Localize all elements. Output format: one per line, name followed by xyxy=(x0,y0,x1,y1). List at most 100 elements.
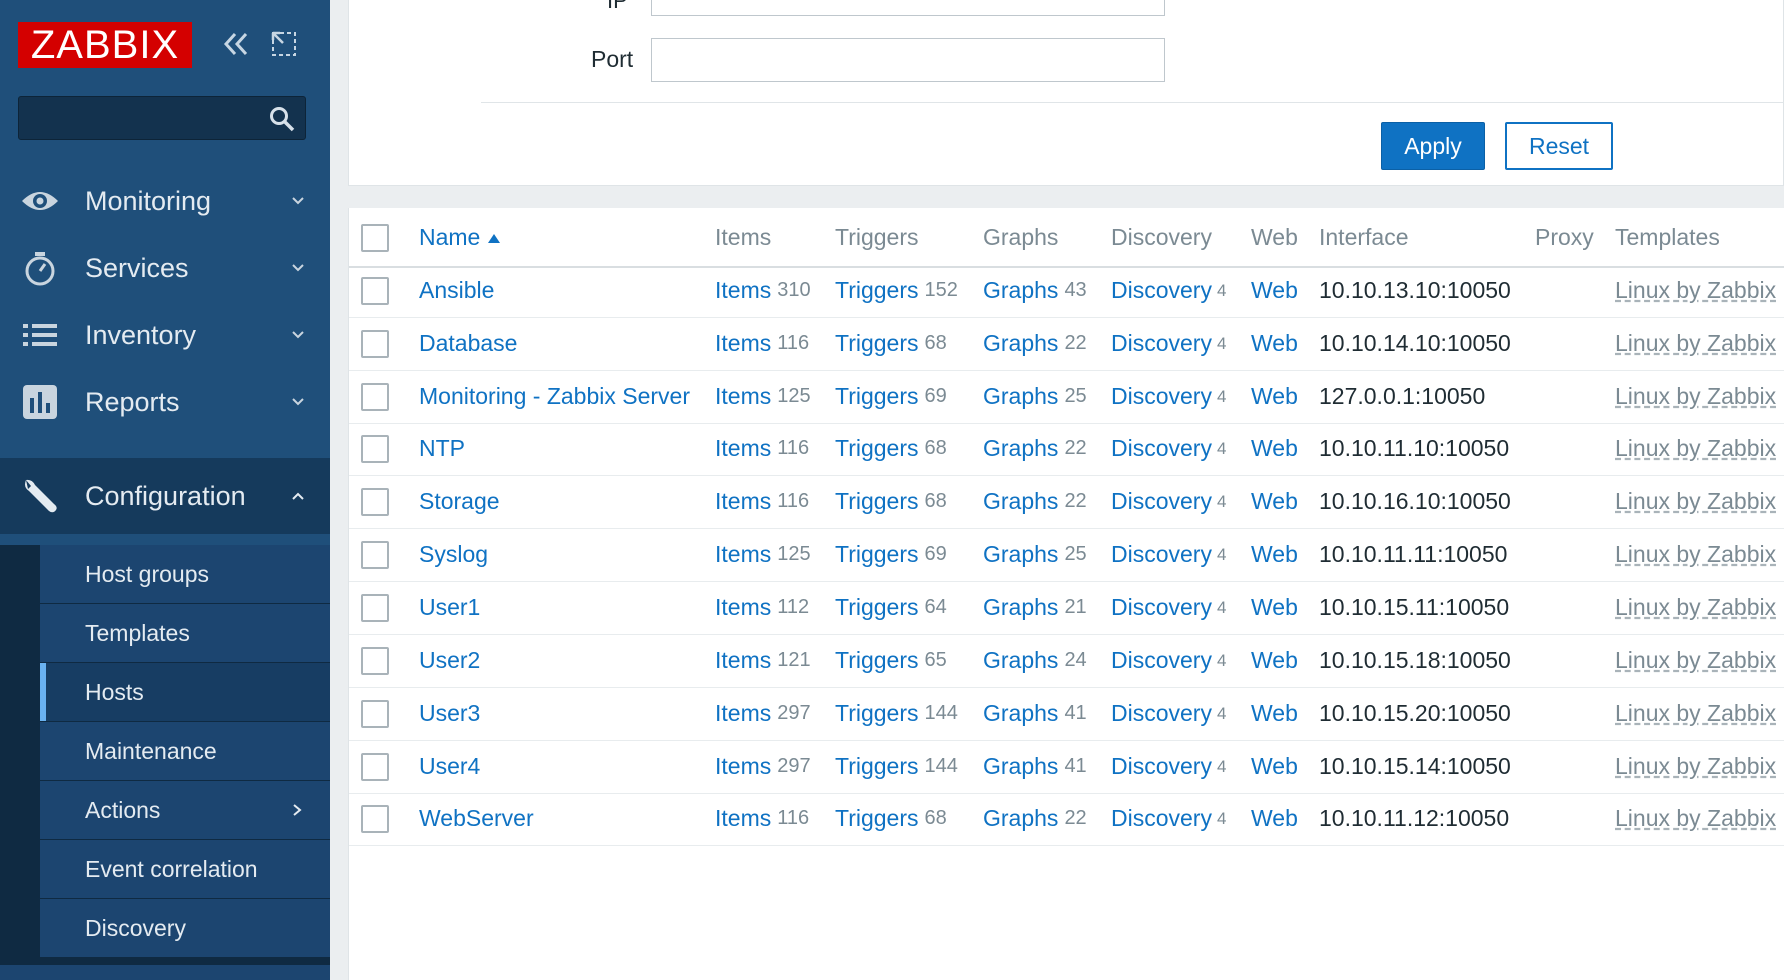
items-link[interactable]: Items xyxy=(715,594,771,621)
items-link[interactable]: Items xyxy=(715,383,771,410)
reset-button[interactable]: Reset xyxy=(1505,122,1613,170)
items-link[interactable]: Items xyxy=(715,647,771,674)
template-link[interactable]: Linux by Zabbix xyxy=(1615,581,1776,634)
triggers-link[interactable]: Triggers xyxy=(835,488,919,515)
items-link[interactable]: Items xyxy=(715,488,771,515)
menu-services[interactable]: Services xyxy=(0,230,330,306)
discovery-link[interactable]: Discovery xyxy=(1111,805,1212,832)
graphs-link[interactable]: Graphs xyxy=(983,753,1058,780)
host-name-link[interactable]: User2 xyxy=(419,634,480,687)
web-link[interactable]: Web xyxy=(1251,264,1298,317)
graphs-link[interactable]: Graphs xyxy=(983,383,1058,410)
triggers-link[interactable]: Triggers xyxy=(835,383,919,410)
apply-button[interactable]: Apply xyxy=(1381,122,1485,170)
template-link[interactable]: Linux by Zabbix xyxy=(1615,475,1776,528)
menu-configuration[interactable]: Configuration xyxy=(0,458,330,534)
items-link[interactable]: Items xyxy=(715,435,771,462)
select-all-checkbox[interactable] xyxy=(361,224,389,252)
template-link[interactable]: Linux by Zabbix xyxy=(1615,422,1776,475)
web-link[interactable]: Web xyxy=(1251,740,1298,793)
items-link[interactable]: Items xyxy=(715,753,771,780)
web-link[interactable]: Web xyxy=(1251,634,1298,687)
graphs-link[interactable]: Graphs xyxy=(983,435,1058,462)
discovery-link[interactable]: Discovery xyxy=(1111,277,1212,304)
graphs-link[interactable]: Graphs xyxy=(983,805,1058,832)
row-checkbox[interactable] xyxy=(361,330,389,358)
row-checkbox[interactable] xyxy=(361,488,389,516)
discovery-link[interactable]: Discovery xyxy=(1111,488,1212,515)
graphs-link[interactable]: Graphs xyxy=(983,277,1058,304)
template-link[interactable]: Linux by Zabbix xyxy=(1615,634,1776,687)
discovery-link[interactable]: Discovery xyxy=(1111,383,1212,410)
submenu-event-correlation[interactable]: Event correlation xyxy=(40,840,330,898)
triggers-link[interactable]: Triggers xyxy=(835,647,919,674)
triggers-link[interactable]: Triggers xyxy=(835,330,919,357)
host-name-link[interactable]: Ansible xyxy=(419,264,494,317)
host-name-link[interactable]: Storage xyxy=(419,475,500,528)
triggers-link[interactable]: Triggers xyxy=(835,541,919,568)
discovery-link[interactable]: Discovery xyxy=(1111,541,1212,568)
row-checkbox[interactable] xyxy=(361,541,389,569)
submenu-templates[interactable]: Templates xyxy=(40,604,330,662)
graphs-link[interactable]: Graphs xyxy=(983,488,1058,515)
graphs-link[interactable]: Graphs xyxy=(983,700,1058,727)
web-link[interactable]: Web xyxy=(1251,475,1298,528)
menu-inventory[interactable]: Inventory xyxy=(0,297,330,373)
host-name-link[interactable]: Database xyxy=(419,317,517,370)
row-checkbox[interactable] xyxy=(361,700,389,728)
discovery-link[interactable]: Discovery xyxy=(1111,753,1212,780)
submenu-hosts[interactable]: Hosts xyxy=(40,663,330,721)
submenu-maintenance[interactable]: Maintenance xyxy=(40,722,330,780)
graphs-link[interactable]: Graphs xyxy=(983,647,1058,674)
row-checkbox[interactable] xyxy=(361,805,389,833)
sort-by-name[interactable]: Name xyxy=(419,208,501,266)
triggers-link[interactable]: Triggers xyxy=(835,753,919,780)
web-link[interactable]: Web xyxy=(1251,422,1298,475)
host-name-link[interactable]: User3 xyxy=(419,687,480,740)
template-link[interactable]: Linux by Zabbix xyxy=(1615,792,1776,845)
template-link[interactable]: Linux by Zabbix xyxy=(1615,687,1776,740)
triggers-link[interactable]: Triggers xyxy=(835,700,919,727)
template-link[interactable]: Linux by Zabbix xyxy=(1615,370,1776,423)
host-name-link[interactable]: NTP xyxy=(419,422,465,475)
row-checkbox[interactable] xyxy=(361,594,389,622)
items-link[interactable]: Items xyxy=(715,330,771,357)
host-name-link[interactable]: WebServer xyxy=(419,792,534,845)
host-name-link[interactable]: Monitoring - Zabbix Server xyxy=(419,370,690,423)
web-link[interactable]: Web xyxy=(1251,317,1298,370)
items-link[interactable]: Items xyxy=(715,541,771,568)
row-checkbox[interactable] xyxy=(361,435,389,463)
discovery-link[interactable]: Discovery xyxy=(1111,330,1212,357)
discovery-link[interactable]: Discovery xyxy=(1111,435,1212,462)
items-link[interactable]: Items xyxy=(715,805,771,832)
discovery-link[interactable]: Discovery xyxy=(1111,647,1212,674)
template-link[interactable]: Linux by Zabbix xyxy=(1615,740,1776,793)
graphs-link[interactable]: Graphs xyxy=(983,594,1058,621)
discovery-link[interactable]: Discovery xyxy=(1111,594,1212,621)
triggers-link[interactable]: Triggers xyxy=(835,435,919,462)
web-link[interactable]: Web xyxy=(1251,792,1298,845)
menu-monitoring[interactable]: Monitoring xyxy=(0,163,330,239)
sidebar-search[interactable] xyxy=(18,96,306,140)
port-field[interactable] xyxy=(651,38,1165,82)
ip-field[interactable] xyxy=(651,0,1165,16)
web-link[interactable]: Web xyxy=(1251,370,1298,423)
template-link[interactable]: Linux by Zabbix xyxy=(1615,317,1776,370)
submenu-host-groups[interactable]: Host groups xyxy=(40,545,330,603)
zabbix-logo[interactable]: ZABBIX xyxy=(18,22,192,68)
collapse-sidebar-icon[interactable] xyxy=(218,26,254,62)
submenu-discovery[interactable]: Discovery xyxy=(40,899,330,957)
row-checkbox[interactable] xyxy=(361,753,389,781)
items-link[interactable]: Items xyxy=(715,277,771,304)
items-link[interactable]: Items xyxy=(715,700,771,727)
triggers-link[interactable]: Triggers xyxy=(835,277,919,304)
search-icon[interactable] xyxy=(269,106,295,132)
row-checkbox[interactable] xyxy=(361,383,389,411)
web-link[interactable]: Web xyxy=(1251,581,1298,634)
row-checkbox[interactable] xyxy=(361,277,389,305)
submenu-actions[interactable]: Actions xyxy=(40,781,330,839)
menu-reports[interactable]: Reports xyxy=(0,364,330,440)
graphs-link[interactable]: Graphs xyxy=(983,330,1058,357)
host-name-link[interactable]: User1 xyxy=(419,581,480,634)
kiosk-mode-icon[interactable] xyxy=(266,26,302,62)
